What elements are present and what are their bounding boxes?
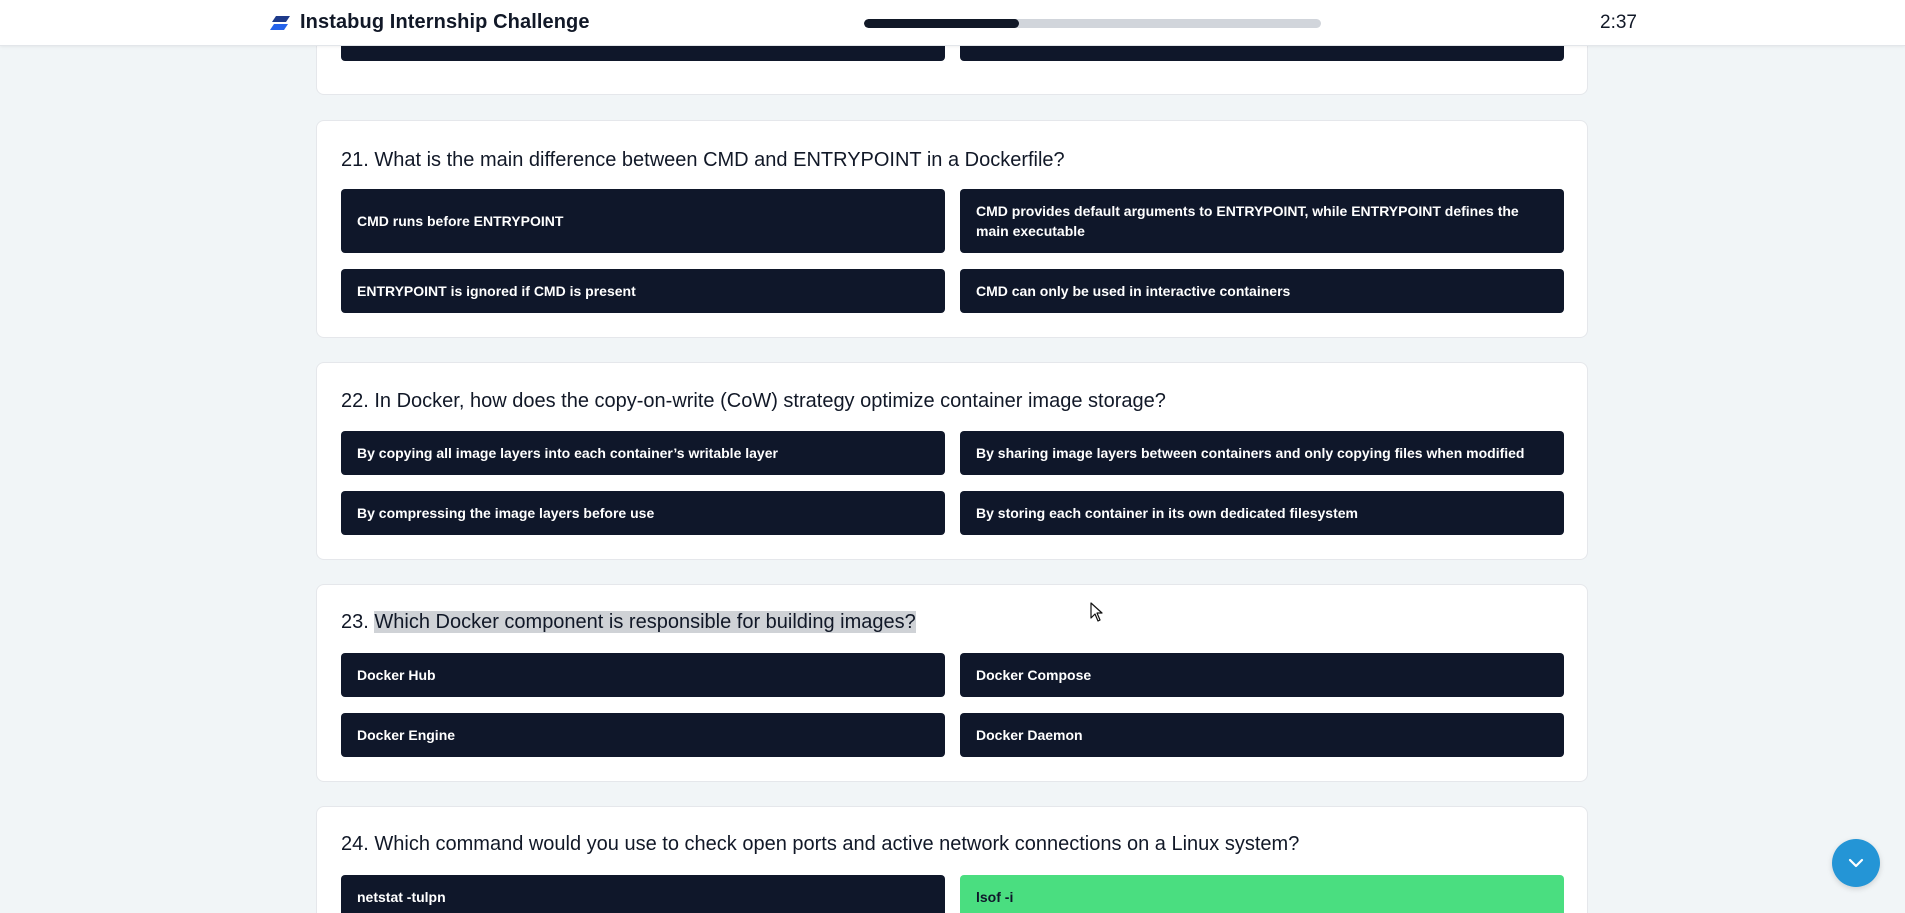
chevron-down-icon xyxy=(1848,858,1864,868)
question-number: 22. xyxy=(341,390,369,412)
progress-fill xyxy=(864,19,1020,28)
top-bar: Instabug Internship Challenge 2:37 xyxy=(0,0,1905,46)
option-button[interactable]: By copying all image layers into each co… xyxy=(341,431,945,475)
question-number: 24. xyxy=(341,833,369,855)
question-number: 21. xyxy=(341,149,369,171)
option-button[interactable]: Docker Compose xyxy=(960,653,1564,697)
question-card-21: 21. What is the main difference between … xyxy=(316,120,1588,338)
question-title: 23. Which Docker component is responsibl… xyxy=(341,611,916,634)
option-button[interactable]: netstat -tulpn xyxy=(341,875,945,913)
question-title: 21. What is the main difference between … xyxy=(341,149,1065,172)
question-text: In Docker, how does the copy-on-write (C… xyxy=(374,390,1166,412)
question-card-24: 24. Which command would you use to check… xyxy=(316,806,1588,913)
question-card-23: 23. Which Docker component is responsibl… xyxy=(316,584,1588,782)
option-button[interactable]: Docker Hub xyxy=(341,653,945,697)
brand: Instabug Internship Challenge xyxy=(270,11,590,34)
question-number: 23. xyxy=(341,611,369,633)
option-button[interactable]: By storing each container in its own ded… xyxy=(960,491,1564,535)
app-title: Instabug Internship Challenge xyxy=(300,11,590,33)
mouse-cursor-icon xyxy=(1090,602,1103,622)
question-text: Which Docker component is responsible fo… xyxy=(374,611,916,633)
option-button[interactable]: CMD runs before ENTRYPOINT xyxy=(341,189,945,253)
question-text: What is the main difference between CMD … xyxy=(374,149,1065,171)
countdown-timer: 2:37 xyxy=(1600,12,1637,33)
option-button[interactable]: ENTRYPOINT is ignored if CMD is present xyxy=(341,269,945,313)
progress-bar xyxy=(864,19,1321,28)
option-button[interactable]: CMD provides default arguments to ENTRYP… xyxy=(960,189,1564,253)
question-title: 24. Which command would you use to check… xyxy=(341,833,1299,856)
option-button[interactable]: By compressing the image layers before u… xyxy=(341,491,945,535)
option-button[interactable]: CMD can only be used in interactive cont… xyxy=(960,269,1564,313)
option-button[interactable]: Docker Engine xyxy=(341,713,945,757)
question-list: Container is stopped and image is delete… xyxy=(0,0,1905,913)
question-text: Which command would you use to check ope… xyxy=(374,833,1300,855)
question-title: 22. In Docker, how does the copy-on-writ… xyxy=(341,390,1166,413)
question-card-22: 22. In Docker, how does the copy-on-writ… xyxy=(316,362,1588,560)
scroll-down-button[interactable] xyxy=(1832,839,1880,887)
option-button[interactable]: By sharing image layers between containe… xyxy=(960,431,1564,475)
instabug-logo-icon xyxy=(270,15,290,30)
option-button-selected[interactable]: lsof -i xyxy=(960,875,1564,913)
option-button[interactable]: Docker Daemon xyxy=(960,713,1564,757)
